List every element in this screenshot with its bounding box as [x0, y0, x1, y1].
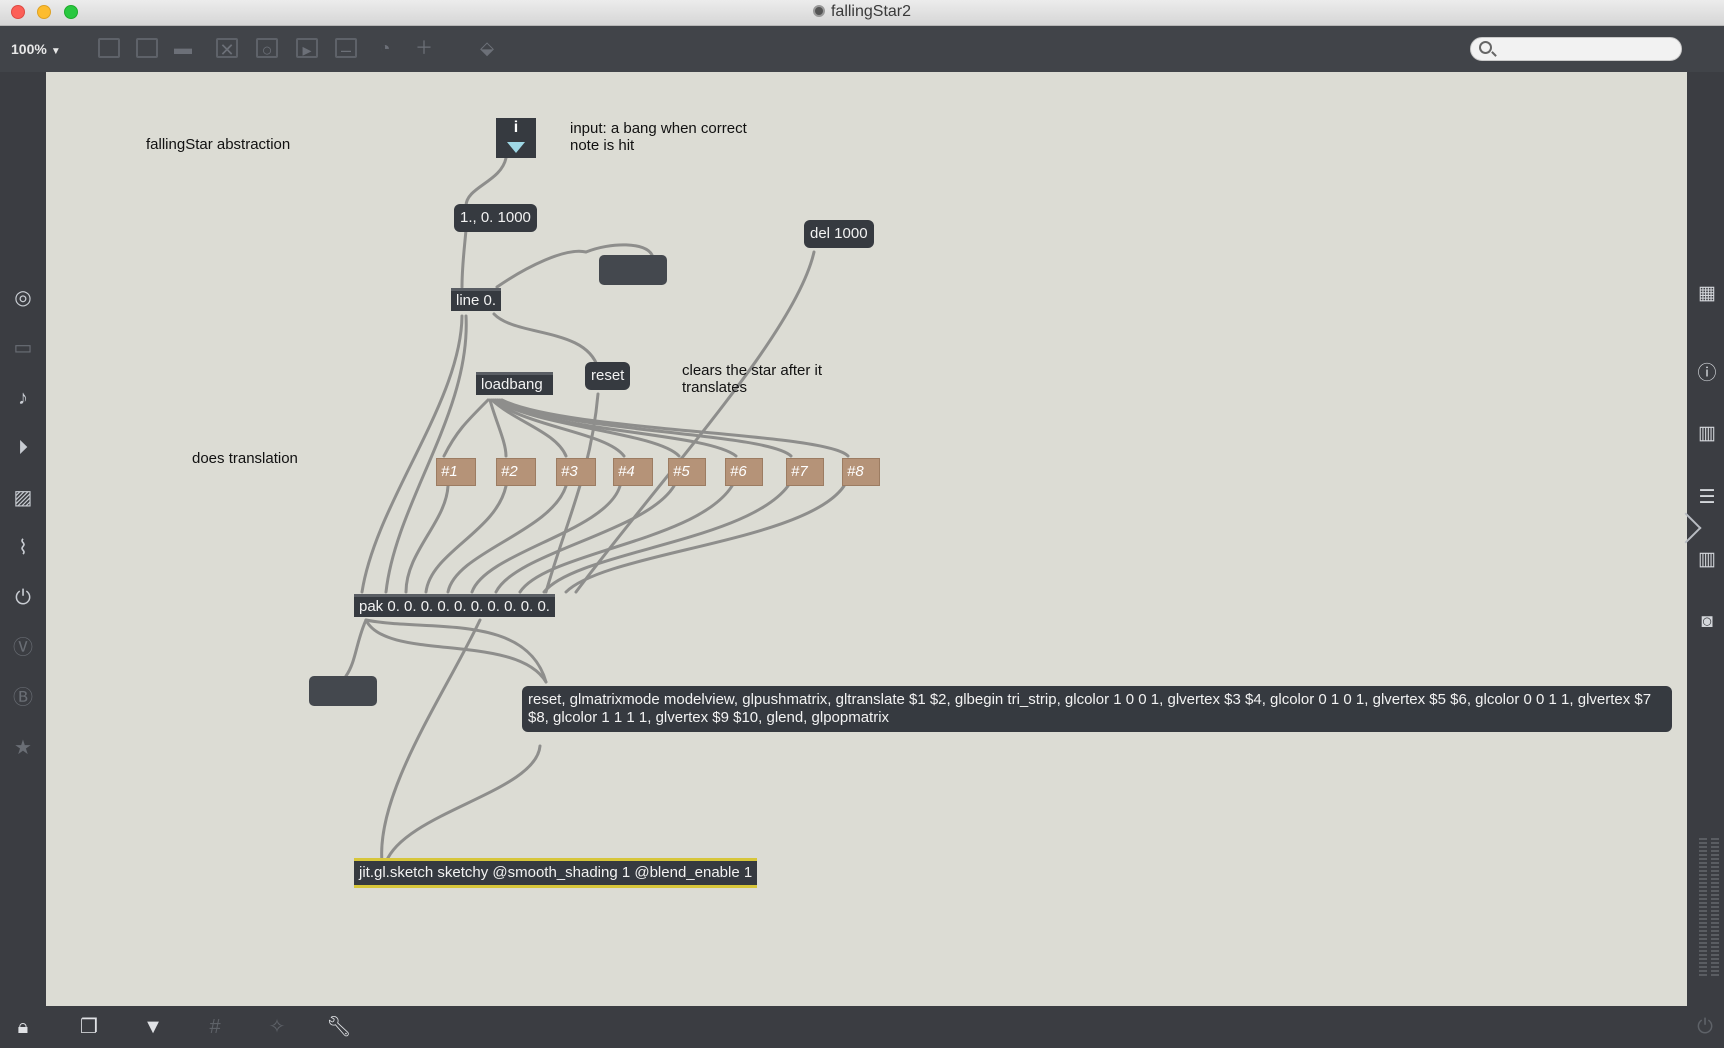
- loadbang-object[interactable]: loadbang: [476, 372, 553, 395]
- power-icon[interactable]: ⏻: [1692, 1015, 1718, 1039]
- line-message[interactable]: 1., 0. 1000: [454, 204, 537, 232]
- bang-icon[interactable]: ○: [256, 38, 278, 60]
- reference-icon[interactable]: ▥: [1695, 548, 1719, 572]
- number-box-icon[interactable]: ▸: [296, 38, 318, 60]
- window-title: fallingStar2: [0, 3, 1724, 21]
- music-note-icon[interactable]: ♪: [11, 386, 35, 410]
- input-comment: input: a bang when correct note is hit: [570, 120, 747, 154]
- bottom-toolbar: 🔒︎ ❐ ▼ # ✧ 🔧︎ ⏻: [0, 1006, 1724, 1048]
- zoom-value: 100%: [11, 41, 47, 57]
- star-icon[interactable]: ★: [11, 736, 35, 760]
- line-object[interactable]: line 0.: [451, 288, 502, 311]
- target-icon[interactable]: ◎: [11, 286, 35, 310]
- search-box[interactable]: [1470, 37, 1682, 61]
- pak-object[interactable]: pak 0. 0. 0. 0. 0. 0. 0. 0. 0. 0.: [354, 594, 555, 617]
- cpu-meter-right: [1711, 838, 1719, 978]
- preset-6[interactable]: #6: [725, 458, 763, 486]
- new-message-icon[interactable]: [136, 38, 158, 58]
- dial-icon[interactable]: ◔: [374, 38, 396, 58]
- camera-icon[interactable]: ◙: [1695, 610, 1719, 634]
- title-bar: fallingStar2: [0, 0, 1724, 26]
- abstraction-comment: fallingStar abstraction: [146, 136, 291, 153]
- toggle-icon[interactable]: ✕: [216, 38, 238, 60]
- preset-4[interactable]: #4: [613, 458, 653, 486]
- max-patcher-window: fallingStar2 100% ▼ ▬ ✕ ○ ▸ – ◔ ＋ ⬙ ◎ ▭ ♪…: [0, 0, 1724, 1048]
- right-sidebar: ▦ ⓘ ▥ ☰ ▥ ◙: [1687, 72, 1724, 1006]
- wrench-icon[interactable]: 🔧︎: [326, 1015, 352, 1039]
- translation-comment: does translation: [192, 450, 298, 467]
- left-sidebar: ◎ ▭ ♪ ⏵ ▨ ⌇ ⏻ Ⓥ Ⓑ ★: [0, 72, 46, 1006]
- cpu-meter-left: [1699, 838, 1707, 978]
- inlet-label: i: [513, 119, 519, 136]
- jit-gl-sketch-object[interactable]: jit.gl.sketch sketchy @smooth_shading 1 …: [354, 858, 758, 888]
- grid-toggle-icon[interactable]: #: [202, 1015, 228, 1039]
- window-title-text: fallingStar2: [830, 3, 912, 20]
- chevron-down-icon: ▼: [50, 46, 61, 57]
- snap-icon[interactable]: ✧: [264, 1015, 290, 1039]
- preset-5[interactable]: #5: [668, 458, 706, 486]
- paperclip-icon[interactable]: ⌇: [11, 536, 35, 560]
- video-icon[interactable]: ⏵: [11, 436, 35, 460]
- gl-commands-message[interactable]: reset, glmatrixmode modelview, glpushmat…: [522, 686, 1672, 732]
- add-object-icon[interactable]: ＋: [413, 38, 435, 58]
- info-icon[interactable]: ⓘ: [1695, 362, 1719, 386]
- lock-icon[interactable]: 🔒︎: [10, 1015, 36, 1039]
- sidebar-collapse-chevron-icon[interactable]: [1687, 507, 1701, 547]
- plug-icon[interactable]: ⏻: [11, 586, 35, 610]
- presentation-mode-icon[interactable]: ▼: [140, 1015, 166, 1039]
- patcher-toolbar: 100% ▼ ▬ ✕ ○ ▸ – ◔ ＋ ⬙: [0, 26, 1724, 72]
- del-object[interactable]: del 1000: [804, 220, 874, 248]
- clears-comment: clears the star after it translates: [682, 362, 823, 396]
- vizzie-icon[interactable]: Ⓥ: [11, 636, 35, 660]
- inlet-object[interactable]: i: [496, 118, 536, 158]
- presentation-windows-icon[interactable]: ❐: [76, 1015, 102, 1039]
- preset-8[interactable]: #8: [842, 458, 880, 486]
- inlet-arrow-icon: [507, 142, 525, 153]
- beap-icon[interactable]: Ⓑ: [11, 686, 35, 710]
- patch-cords: [344, 156, 850, 864]
- float-number-box[interactable]: [599, 255, 667, 285]
- patcher-canvas[interactable]: fallingStar abstraction input: a bang wh…: [46, 72, 1687, 1006]
- search-input[interactable]: [1499, 40, 1675, 58]
- search-icon: [1479, 41, 1492, 54]
- patcher-document-icon: [812, 5, 825, 17]
- new-object-icon[interactable]: [98, 38, 120, 58]
- comment-icon[interactable]: ▬: [172, 38, 194, 58]
- keyboard-icon[interactable]: ▭: [11, 336, 35, 360]
- preset-1[interactable]: #1: [436, 458, 476, 486]
- float-number-box-2[interactable]: [309, 676, 377, 706]
- book-icon[interactable]: ▥: [1695, 422, 1719, 446]
- preset-2[interactable]: #2: [496, 458, 536, 486]
- slider-icon[interactable]: –: [335, 38, 357, 60]
- grid-icon[interactable]: ▦: [1695, 282, 1719, 306]
- paint-bucket-icon[interactable]: ⬙: [476, 38, 498, 58]
- reset-message[interactable]: reset: [585, 362, 631, 390]
- zoom-dropdown[interactable]: 100% ▼: [11, 41, 61, 57]
- preset-7[interactable]: #7: [786, 458, 824, 486]
- preset-3[interactable]: #3: [556, 458, 596, 486]
- image-icon[interactable]: ▨: [11, 486, 35, 510]
